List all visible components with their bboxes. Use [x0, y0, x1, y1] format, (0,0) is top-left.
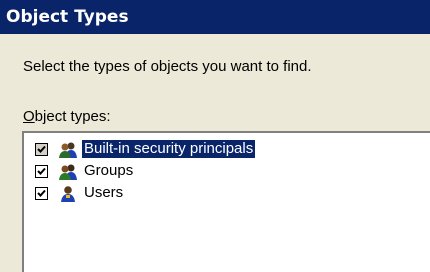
object-types-label: Object types: [23, 108, 111, 125]
checkbox-built-in-security-principals[interactable] [35, 143, 48, 156]
object-types-label-text: bject types: [34, 108, 111, 125]
object-types-dialog: Object Types Select the types of objects… [0, 0, 430, 272]
instruction-text: Select the types of objects you want to … [23, 58, 312, 75]
group-icon [58, 163, 78, 181]
object-types-label-mnemonic: O [23, 108, 35, 125]
object-types-list[interactable]: Built-in security principals Groups User… [22, 131, 430, 272]
dialog-title: Object Types [0, 0, 430, 34]
list-item-users[interactable]: Users [24, 183, 424, 205]
list-item-groups[interactable]: Groups [24, 161, 424, 183]
list-item-built-in-security-principals[interactable]: Built-in security principals [24, 139, 424, 161]
checkbox-users[interactable] [35, 187, 48, 200]
list-item-label: Built-in security principals [82, 140, 256, 158]
checkbox-groups[interactable] [35, 165, 48, 178]
list-item-label: Users [84, 184, 124, 201]
list-item-label: Groups [84, 162, 134, 179]
user-icon [58, 185, 78, 203]
security-principals-icon [58, 141, 78, 159]
